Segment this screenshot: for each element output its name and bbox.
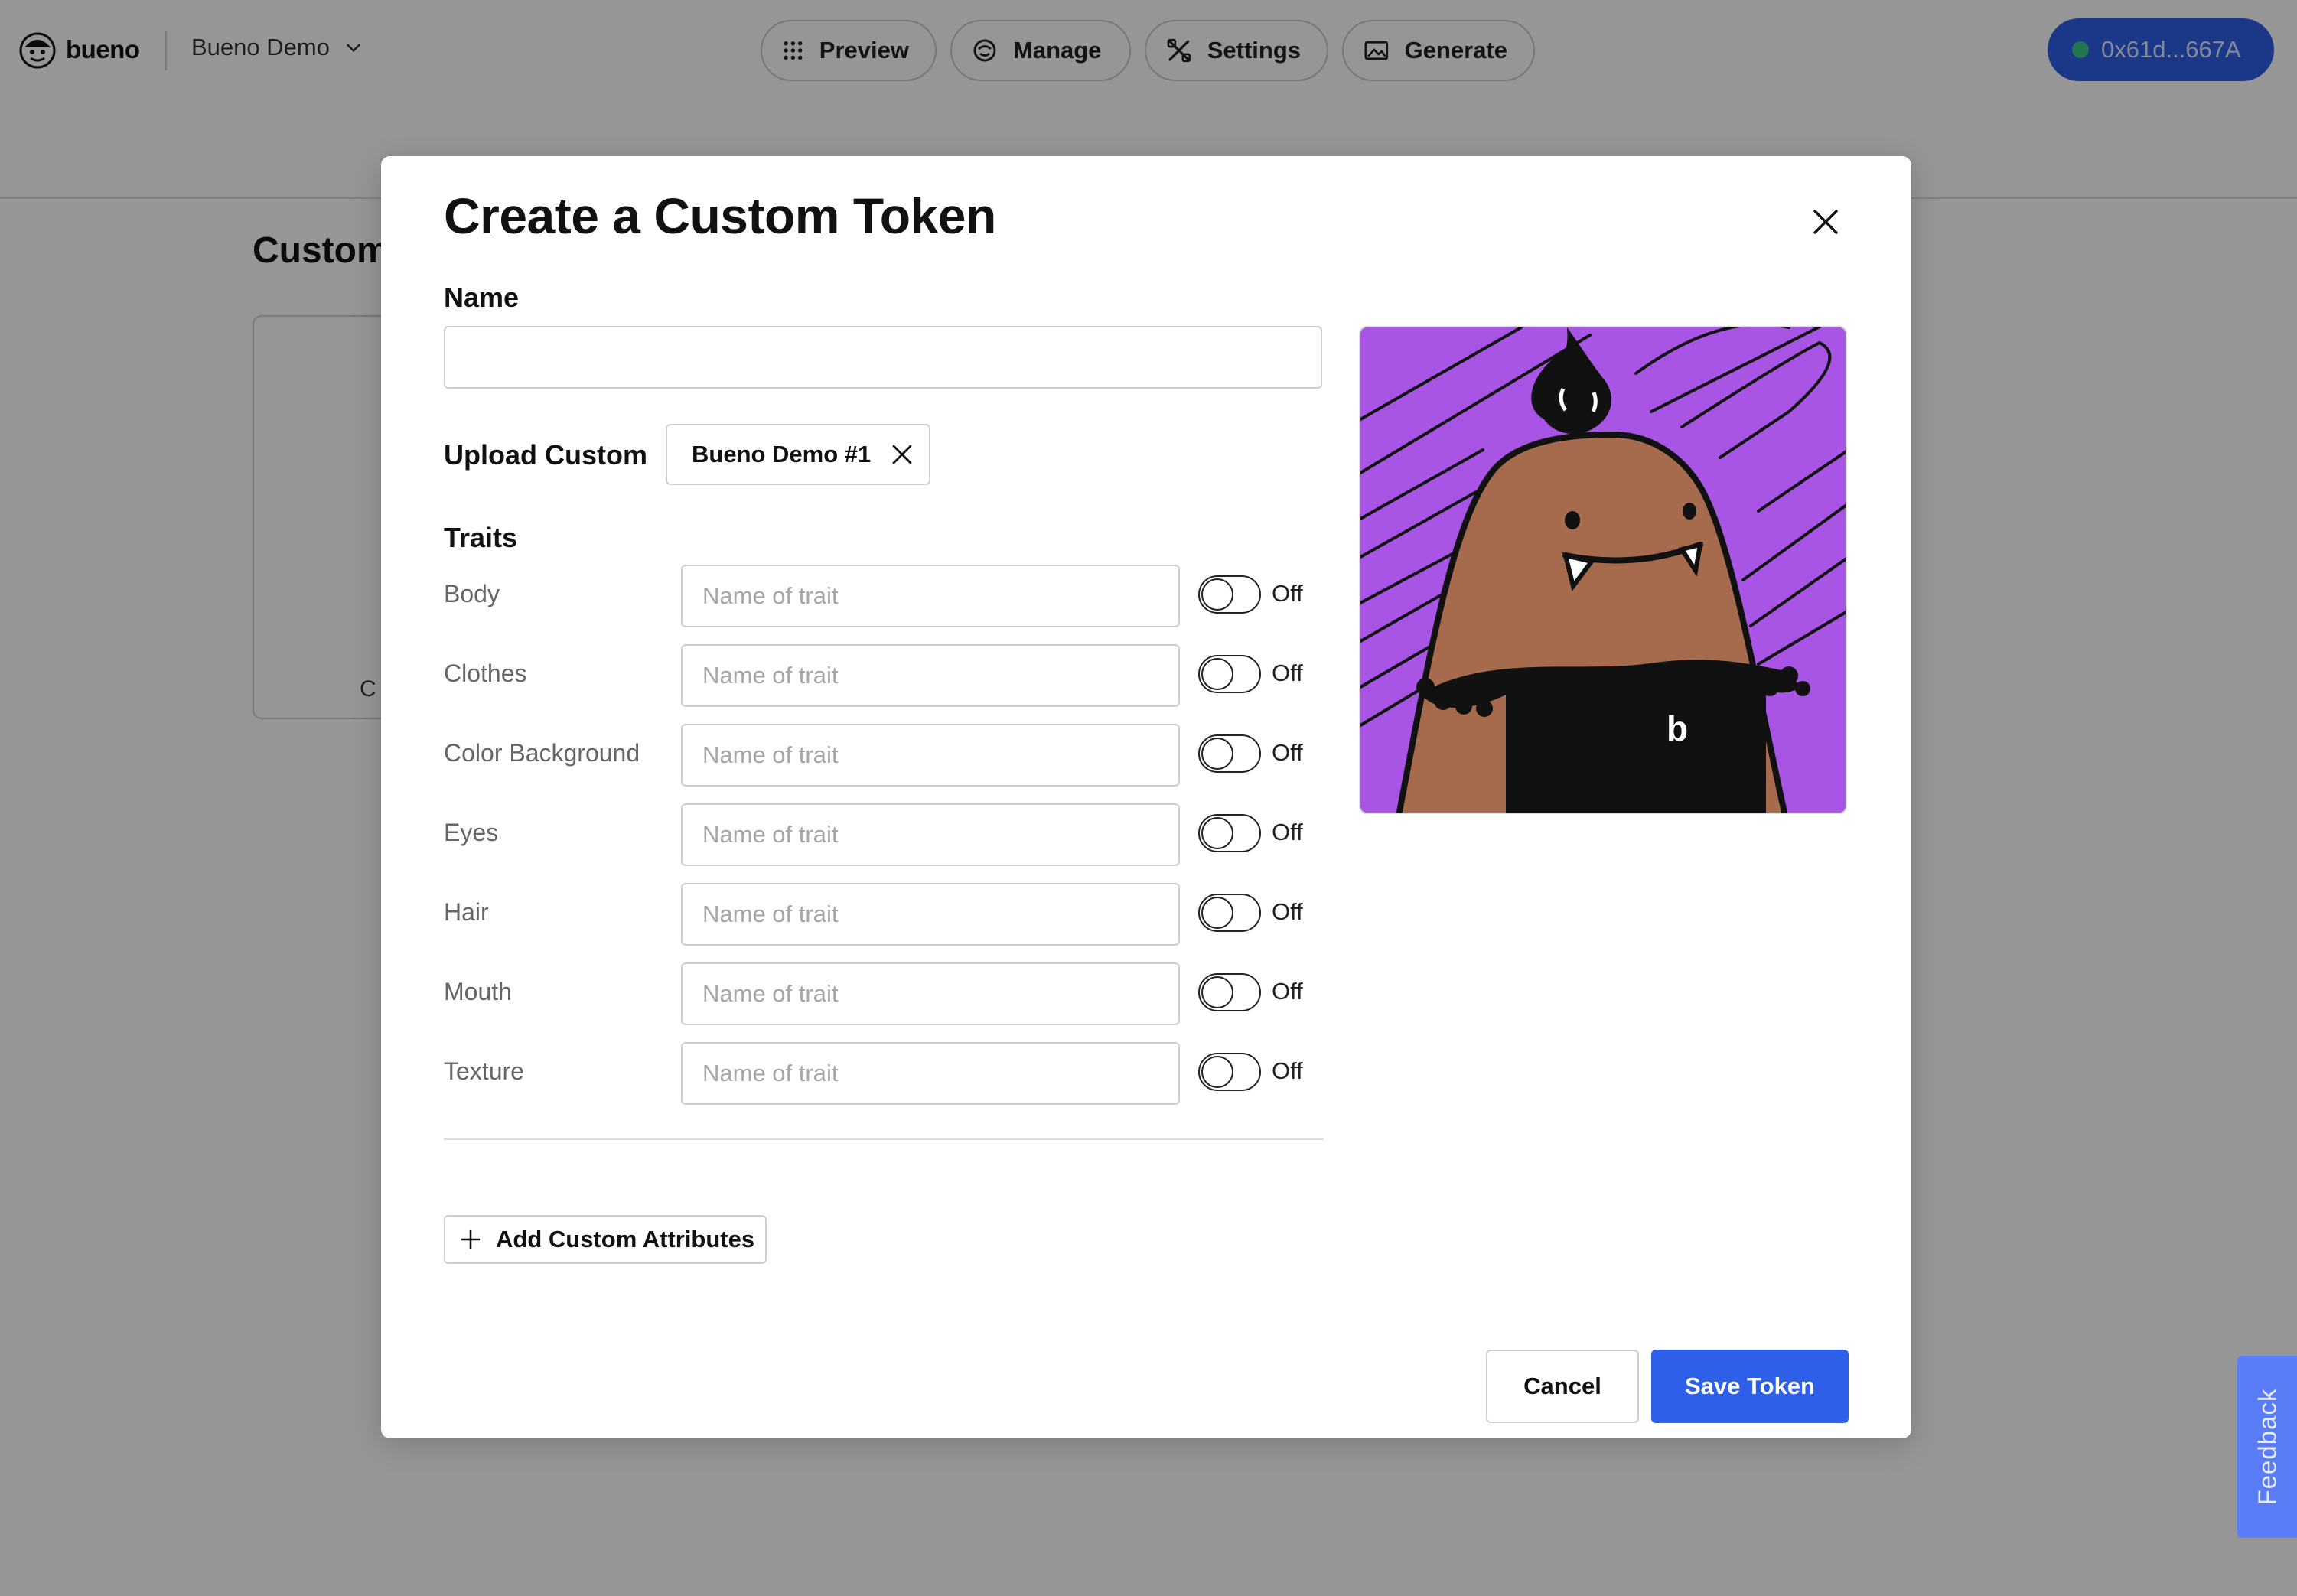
- trait-toggle-state: Off: [1272, 739, 1303, 766]
- toggle-knob: [1201, 738, 1233, 770]
- trait-row: Color Background Off: [444, 724, 1324, 787]
- trait-toggle-state: Off: [1272, 898, 1303, 925]
- toggle-knob: [1201, 976, 1233, 1008]
- trait-toggle-state: Off: [1272, 819, 1303, 845]
- trait-toggle[interactable]: [1198, 575, 1261, 614]
- upload-custom-label: Upload Custom: [444, 439, 647, 471]
- trait-label: Eyes: [444, 819, 499, 846]
- toggle-knob: [1201, 578, 1233, 611]
- plus-icon: [461, 1230, 481, 1249]
- trait-label: Clothes: [444, 660, 527, 687]
- trait-row: Texture Off: [444, 1042, 1324, 1105]
- trait-label: Body: [444, 580, 500, 607]
- trait-name-input[interactable]: [681, 644, 1180, 707]
- trait-name-input[interactable]: [681, 962, 1180, 1025]
- trait-toggle[interactable]: [1198, 655, 1261, 693]
- feedback-tab[interactable]: Feedback: [2237, 1356, 2297, 1538]
- trait-name-input[interactable]: [681, 883, 1180, 946]
- trait-toggle[interactable]: [1198, 973, 1261, 1011]
- trait-label: Mouth: [444, 978, 512, 1005]
- trait-row: Body Off: [444, 565, 1324, 627]
- preview-logo-letter: b: [1667, 708, 1688, 748]
- trait-row: Clothes Off: [444, 644, 1324, 707]
- dialog-title: Create a Custom Token: [444, 187, 996, 244]
- name-input[interactable]: [444, 326, 1322, 389]
- token-preview-image: b: [1359, 326, 1847, 814]
- toggle-knob: [1201, 1056, 1233, 1088]
- cancel-button[interactable]: Cancel: [1486, 1350, 1639, 1423]
- traits-label: Traits: [444, 522, 518, 553]
- trait-row: Mouth Off: [444, 962, 1324, 1025]
- trait-toggle-state: Off: [1272, 660, 1303, 686]
- toggle-knob: [1201, 897, 1233, 929]
- trait-toggle[interactable]: [1198, 894, 1261, 932]
- close-button[interactable]: [1798, 194, 1853, 249]
- trait-toggle-state: Off: [1272, 580, 1303, 607]
- trait-label: Hair: [444, 898, 489, 926]
- close-icon: [1813, 210, 1838, 234]
- add-custom-attributes-button[interactable]: Add Custom Attributes: [444, 1215, 767, 1264]
- name-label: Name: [444, 282, 520, 313]
- add-custom-attributes-label: Add Custom Attributes: [496, 1226, 755, 1252]
- uploaded-file-name: Bueno Demo #1: [692, 441, 872, 467]
- feedback-label: Feedback: [2253, 1388, 2281, 1506]
- trait-toggle[interactable]: [1198, 1053, 1261, 1091]
- trait-label: Color Background: [444, 739, 640, 767]
- trait-toggle[interactable]: [1198, 734, 1261, 773]
- trait-row: Hair Off: [444, 883, 1324, 946]
- uploaded-file-chip: Bueno Demo #1: [666, 424, 930, 485]
- trait-label: Texture: [444, 1057, 524, 1085]
- toggle-knob: [1201, 817, 1233, 849]
- save-token-button[interactable]: Save Token: [1651, 1350, 1849, 1423]
- section-divider: [444, 1138, 1324, 1140]
- token-artwork: b: [1360, 327, 1846, 813]
- trait-row: Eyes Off: [444, 803, 1324, 866]
- trait-name-input[interactable]: [681, 565, 1180, 627]
- remove-file-icon[interactable]: [889, 441, 915, 467]
- trait-toggle-state: Off: [1272, 1057, 1303, 1084]
- create-token-dialog: Create a Custom Token Name Upload Custom…: [381, 156, 1911, 1438]
- toggle-knob: [1201, 658, 1233, 690]
- trait-name-input[interactable]: [681, 724, 1180, 787]
- trait-name-input[interactable]: [681, 1042, 1180, 1105]
- trait-name-input[interactable]: [681, 803, 1180, 866]
- trait-toggle[interactable]: [1198, 814, 1261, 852]
- trait-toggle-state: Off: [1272, 978, 1303, 1005]
